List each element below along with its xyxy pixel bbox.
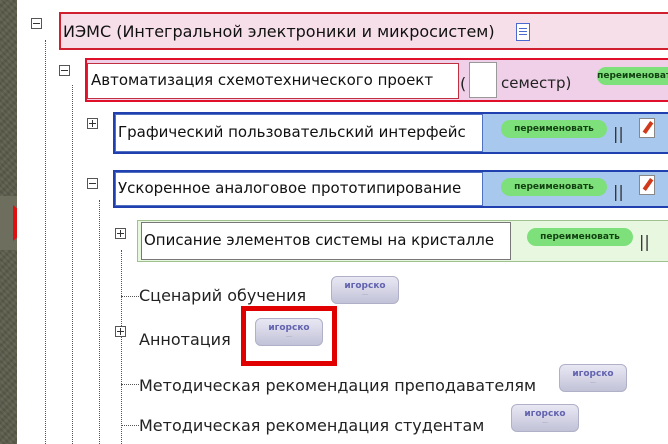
separator: || bbox=[613, 124, 624, 143]
submodule-name-input[interactable]: Описание элементов системы на кристалле bbox=[144, 224, 506, 256]
tree-guide-line bbox=[121, 384, 139, 385]
collapse-toggle-module2[interactable] bbox=[87, 178, 98, 189]
rename-course-button[interactable]: переименовать bbox=[597, 67, 668, 85]
tree-guide-line bbox=[121, 250, 122, 444]
tree-item-label[interactable]: Методическая рекомендация студентам bbox=[139, 416, 484, 435]
badge-text: игорско bbox=[524, 409, 566, 419]
badge-subtext: ··· bbox=[542, 420, 548, 427]
highlight-frame bbox=[241, 306, 337, 366]
tree-item-badge-button[interactable]: игорско ··· bbox=[331, 276, 399, 304]
tree-guide-line bbox=[99, 200, 100, 444]
edit-icon[interactable] bbox=[639, 175, 655, 195]
separator: || bbox=[639, 232, 650, 251]
expand-toggle-annotation[interactable] bbox=[115, 326, 126, 337]
edit-icon[interactable] bbox=[639, 118, 655, 138]
document-icon[interactable] bbox=[516, 23, 530, 41]
tree-guide-line bbox=[45, 40, 46, 444]
tree-guide-line bbox=[72, 85, 73, 444]
tree-item-label[interactable]: Сценарий обучения bbox=[139, 286, 306, 305]
rename-module1-button[interactable]: переименовать bbox=[501, 120, 607, 138]
root-node-label[interactable]: ИЭМС (Интегральной электроники и микроси… bbox=[63, 16, 495, 46]
rename-submodule-button[interactable]: переименовать bbox=[527, 228, 633, 246]
separator: || bbox=[613, 182, 624, 201]
tree-item-label[interactable]: Аннотация bbox=[139, 330, 231, 349]
tree-item-badge-button[interactable]: игорско ··· bbox=[559, 364, 627, 392]
tree-guide-line bbox=[121, 425, 139, 426]
rename-module2-button[interactable]: переименовать bbox=[501, 178, 607, 196]
expand-toggle-submodule[interactable] bbox=[115, 228, 126, 239]
badge-text: игорско bbox=[344, 281, 386, 291]
module2-name-input[interactable]: Ускоренное аналоговое прототипирование bbox=[118, 173, 478, 203]
semester-input[interactable] bbox=[469, 62, 497, 98]
collapse-toggle-course[interactable] bbox=[59, 65, 70, 76]
tree-guide-line bbox=[121, 296, 139, 297]
module1-name-input[interactable]: Графический пользовательский интерфейс bbox=[118, 116, 478, 148]
semester-paren: ( bbox=[460, 74, 467, 93]
tree-item-badge-button[interactable]: игорско ··· bbox=[511, 404, 579, 432]
collapse-toggle-root[interactable] bbox=[31, 18, 42, 29]
tree-item-label[interactable]: Методическая рекомендация преподавателям bbox=[139, 376, 536, 395]
badge-subtext: ··· bbox=[590, 380, 596, 387]
badge-subtext: ··· bbox=[362, 292, 368, 299]
tree-panel: ИЭМС (Интегральной электроники и микроси… bbox=[17, 0, 668, 444]
badge-text: игорско bbox=[572, 369, 614, 379]
expand-toggle-module1[interactable] bbox=[87, 118, 98, 129]
semester-label: семестр) bbox=[501, 74, 572, 92]
course-name-input[interactable]: Автоматизация схемотехнического проект bbox=[91, 64, 453, 96]
